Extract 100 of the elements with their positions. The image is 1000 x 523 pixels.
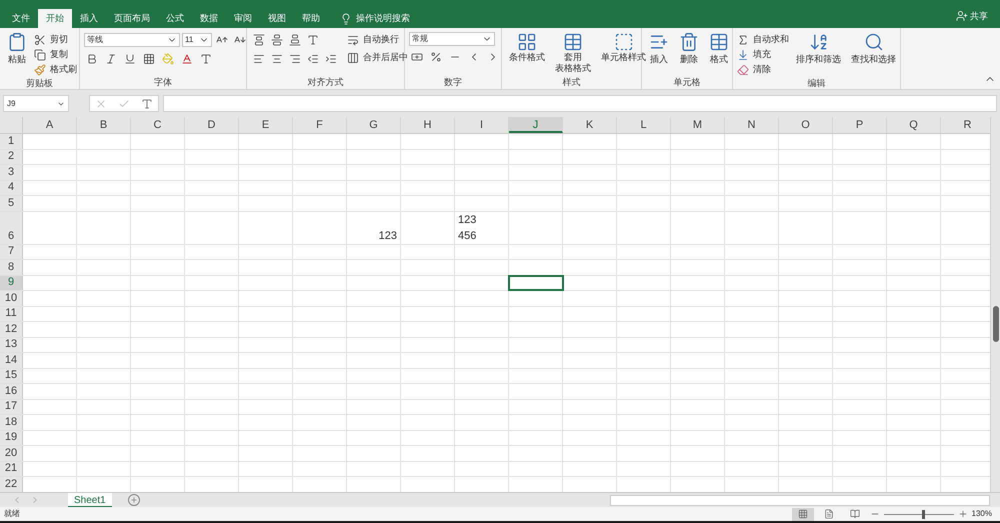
name-box[interactable]: J9: [3, 95, 69, 112]
down-arrow-icon: [737, 48, 749, 60]
clear-button[interactable]: 清除: [737, 62, 789, 77]
row-header[interactable]: 13: [0, 338, 23, 352]
zoom-slider[interactable]: [884, 510, 954, 518]
row-header[interactable]: 19: [0, 430, 23, 445]
number-format-dropdown[interactable]: 常规: [409, 32, 495, 46]
merge-icon: [347, 52, 359, 64]
column-header[interactable]: D: [185, 117, 239, 133]
eraser-icon: [737, 64, 749, 76]
ribbon-tab[interactable]: 开始: [38, 9, 72, 28]
row-header[interactable]: 7: [0, 244, 23, 259]
column-header[interactable]: A: [23, 117, 77, 133]
column-header[interactable]: C: [131, 117, 185, 133]
row-header[interactable]: 9: [0, 276, 23, 290]
row-header[interactable]: 21: [0, 462, 23, 476]
row-header[interactable]: 17: [0, 400, 23, 414]
style-button[interactable]: 条件格式: [506, 32, 548, 63]
formula-input[interactable]: [163, 95, 997, 112]
font-name-dropdown[interactable]: 等线: [84, 33, 180, 47]
selected-cell[interactable]: [509, 276, 563, 290]
wrap-icon: [347, 34, 359, 46]
column-header[interactable]: J: [509, 117, 563, 133]
column-header[interactable]: K: [563, 117, 617, 133]
underline-icon: [124, 53, 136, 65]
row-header[interactable]: 22: [0, 477, 23, 492]
row-header[interactable]: 3: [0, 165, 23, 180]
vertical-scrollbar[interactable]: [990, 117, 1000, 492]
paste-button[interactable]: 粘贴: [4, 32, 30, 65]
decrease-indent-icon: [307, 53, 319, 65]
row-header[interactable]: 10: [0, 291, 23, 306]
ribbon-tab[interactable]: 审阅: [226, 9, 260, 28]
copy-button[interactable]: 复制: [34, 47, 77, 62]
style-button[interactable]: 单元格样式: [598, 32, 649, 63]
find-select-button[interactable]: 查找和选择: [848, 32, 899, 65]
row-header[interactable]: 12: [0, 322, 23, 336]
column-header[interactable]: P: [833, 117, 887, 133]
ribbon-tab[interactable]: 插入: [72, 9, 106, 28]
style-button[interactable]: 套用 表格格式: [552, 32, 594, 74]
row-header[interactable]: 16: [0, 384, 23, 398]
row-header[interactable]: 2: [0, 150, 23, 164]
column-header[interactable]: N: [725, 117, 779, 133]
column-header[interactable]: L: [617, 117, 671, 133]
row-header[interactable]: 5: [0, 196, 23, 210]
middle-align-button[interactable]: [269, 32, 285, 48]
row-header[interactable]: 4: [0, 180, 23, 195]
autosum-button[interactable]: 自动求和: [737, 32, 789, 47]
cells-button[interactable]: 格式: [706, 32, 732, 65]
cancel-icon: [95, 98, 108, 110]
book-icon: [850, 509, 860, 519]
sort-icon: [808, 32, 828, 52]
row-header[interactable]: 20: [0, 446, 23, 460]
sheet-tab[interactable]: Sheet1: [68, 492, 112, 508]
horizontal-scrollbar[interactable]: [610, 494, 990, 506]
fill-button[interactable]: 填充: [737, 47, 789, 62]
row-header[interactable]: 1: [0, 134, 23, 148]
row-header[interactable]: 6: [0, 212, 23, 244]
row-header[interactable]: 14: [0, 353, 23, 368]
view-button[interactable]: [792, 508, 814, 520]
font-size-dropdown[interactable]: 11: [182, 33, 212, 47]
column-header[interactable]: M: [671, 117, 725, 133]
column-header[interactable]: G: [347, 117, 401, 133]
column-header[interactable]: O: [779, 117, 833, 133]
sort-filter-button[interactable]: 排序和筛选: [793, 32, 844, 65]
ribbon-tab[interactable]: 数据: [192, 9, 226, 28]
wrap-text-button[interactable]: 自动换行: [347, 32, 408, 47]
ribbon-tab[interactable]: 公式: [158, 9, 192, 28]
fill-color-button[interactable]: [160, 51, 176, 67]
zoom-reading[interactable]: 130%: [972, 508, 992, 520]
cut-button[interactable]: 剪切: [34, 32, 77, 47]
ribbon-tab[interactable]: 帮助: [294, 9, 328, 28]
ribbon-tab[interactable]: 页面布局: [106, 9, 158, 28]
italic-icon: [105, 53, 117, 65]
column-header[interactable]: E: [239, 117, 293, 133]
ribbon-tab[interactable]: 文件: [4, 9, 38, 28]
column-header[interactable]: F: [293, 117, 347, 133]
lightbulb-icon: [340, 12, 352, 24]
group-label: 单元格: [672, 76, 702, 89]
row-header[interactable]: 15: [0, 368, 23, 383]
tell-me-search[interactable]: 操作说明搜索: [356, 12, 410, 26]
borders-button[interactable]: [141, 51, 157, 67]
top-align-button[interactable]: [251, 32, 267, 48]
row-header[interactable]: 11: [0, 306, 23, 321]
zoom-thumb[interactable]: [922, 510, 926, 518]
column-header[interactable]: Q: [887, 117, 941, 133]
share-button[interactable]: 共享: [956, 10, 988, 23]
add-sheet-button[interactable]: [128, 494, 140, 506]
column-header[interactable]: H: [401, 117, 455, 133]
ribbon-tab[interactable]: 视图: [260, 9, 294, 28]
column-header[interactable]: B: [77, 117, 131, 133]
grid-cell[interactable]: 123: [347, 212, 401, 244]
grid-cell[interactable]: 123 456: [455, 212, 509, 244]
row-header[interactable]: 18: [0, 415, 23, 430]
delete-icon: [679, 32, 699, 52]
bottom-align-button[interactable]: [287, 32, 303, 48]
format-painter-button[interactable]: 格式刷: [34, 62, 77, 77]
cells-button[interactable]: 插入: [646, 32, 672, 65]
merge-center-button[interactable]: 合并后居中: [347, 50, 408, 65]
row-header[interactable]: 8: [0, 260, 23, 274]
cells-button[interactable]: 删除: [676, 32, 702, 65]
